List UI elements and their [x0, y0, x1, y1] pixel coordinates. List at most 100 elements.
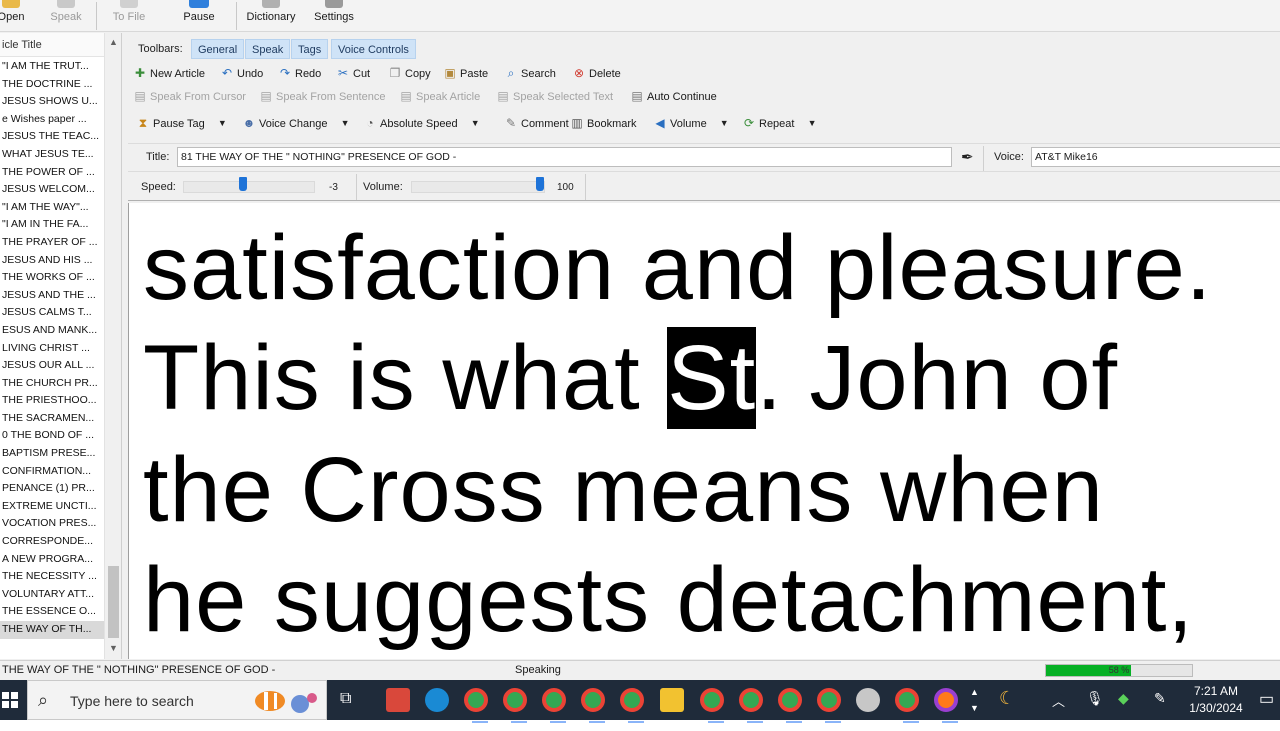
chevron-down-icon[interactable]: ▼	[341, 112, 350, 134]
article-list-item[interactable]: THE ESSENCE O...	[0, 603, 104, 621]
pen-icon[interactable]: ✒	[961, 148, 974, 166]
open-button[interactable]: Open	[0, 0, 26, 32]
voice-change-button[interactable]: ☻ Voice Change ▼	[242, 112, 350, 134]
speak-from-cursor-button[interactable]: ▤ Speak From Cursor	[133, 85, 246, 107]
article-list-item[interactable]: THE CHURCH PR...	[0, 375, 104, 393]
article-text-area[interactable]: satisfaction and pleasure. This is what …	[128, 203, 1280, 659]
article-list-item[interactable]: BAPTISM PRESE...	[0, 445, 104, 463]
article-list-item[interactable]: CORRESPONDE...	[0, 533, 104, 551]
to-file-button[interactable]: To File	[108, 0, 150, 32]
article-list-item[interactable]: e Wishes paper ...	[0, 111, 104, 129]
search-button[interactable]: ⌕ Search	[504, 62, 556, 84]
firefox-icon[interactable]	[934, 688, 958, 723]
task-view-icon[interactable]: ⧉	[340, 690, 351, 730]
new-article-button[interactable]: ✚ New Article	[133, 62, 205, 84]
pause-tag-button[interactable]: ⧗ Pause Tag ▼	[136, 112, 227, 134]
show-hidden-icons-icon[interactable]: ︿	[1052, 691, 1065, 731]
article-list-item[interactable]: THE POWER OF ...	[0, 164, 104, 182]
article-list-item[interactable]: THE SACRAMEN...	[0, 410, 104, 428]
article-title-column-header[interactable]: icle Title	[0, 33, 104, 57]
chrome-icon[interactable]	[817, 688, 841, 723]
article-list-item[interactable]: THE PRAYER OF ...	[0, 234, 104, 252]
scroll-down-icon[interactable]: ▼	[109, 643, 118, 653]
article-list-item[interactable]: "I AM THE WAY"...	[0, 199, 104, 217]
article-list-item[interactable]: JESUS THE TEAC...	[0, 128, 104, 146]
article-list-item[interactable]: JESUS OUR ALL ...	[0, 357, 104, 375]
article-list-item[interactable]: JESUS CALMS T...	[0, 304, 104, 322]
chevron-down-icon[interactable]: ▼	[720, 112, 729, 134]
speed-slider[interactable]	[183, 177, 315, 193]
article-list-item[interactable]: "I AM IN THE FA...	[0, 216, 104, 234]
settings-button[interactable]: Settings	[312, 0, 356, 32]
article-list-item[interactable]: "I AM THE TRUT...	[0, 58, 104, 76]
volume-button[interactable]: ◀ Volume ▼	[653, 112, 728, 134]
bookmark-button[interactable]: ▥ Bookmark	[570, 112, 636, 134]
redo-button[interactable]: ↷ Redo	[278, 62, 321, 84]
chrome-icon[interactable]	[542, 688, 566, 723]
speak-selected-text-button[interactable]: ▤ Speak Selected Text	[496, 85, 613, 107]
speak-from-sentence-button[interactable]: ▤ Speak From Sentence	[259, 85, 385, 107]
delete-button[interactable]: ⊗ Delete	[572, 62, 621, 84]
speak-article-button[interactable]: ▤ Speak Article	[399, 85, 480, 107]
article-list-item[interactable]: THE NECESSITY ...	[0, 568, 104, 586]
chevron-down-icon[interactable]: ▼	[471, 112, 480, 134]
app-icon[interactable]	[856, 688, 880, 712]
scroll-up-icon[interactable]: ▲	[109, 37, 118, 47]
article-list-item[interactable]: PENANCE (1) PR...	[0, 480, 104, 498]
article-list-item[interactable]: JESUS SHOWS U...	[0, 93, 104, 111]
article-list-item[interactable]: JESUS AND HIS ...	[0, 252, 104, 270]
title-field[interactable]: 81 THE WAY OF THE " NOTHING" PRESENCE OF…	[177, 147, 952, 167]
notification-icon[interactable]: ▭	[1259, 689, 1274, 729]
chevron-down-icon[interactable]: ▼	[808, 112, 817, 134]
chrome-icon[interactable]	[503, 688, 527, 723]
chrome-icon[interactable]	[620, 688, 644, 723]
article-list-item[interactable]: JESUS WELCOM...	[0, 181, 104, 199]
volume-slider-thumb[interactable]	[536, 177, 544, 191]
chrome-icon[interactable]	[464, 688, 488, 723]
edge-browser-icon[interactable]	[425, 688, 449, 712]
chrome-icon[interactable]	[700, 688, 724, 723]
article-list-item[interactable]: WHAT JESUS TE...	[0, 146, 104, 164]
article-list-item[interactable]: EXTREME UNCTI...	[0, 498, 104, 516]
tab-general[interactable]: General	[191, 39, 245, 59]
chrome-icon[interactable]	[895, 688, 919, 723]
speed-slider-thumb[interactable]	[239, 177, 247, 191]
paste-button[interactable]: ▣ Paste	[443, 62, 488, 84]
article-list-item[interactable]: ESUS AND MANK...	[0, 322, 104, 340]
dictionary-button[interactable]: Dictionary	[244, 0, 298, 32]
undo-button[interactable]: ↶ Undo	[220, 62, 263, 84]
scrollbar-thumb[interactable]	[108, 566, 119, 638]
article-list-item[interactable]: THE WAY OF TH...	[0, 621, 104, 639]
chrome-icon[interactable]	[778, 688, 802, 723]
article-list-item[interactable]: THE DOCTRINE ...	[0, 76, 104, 94]
pause-button[interactable]: Pause	[178, 0, 220, 32]
chevron-down-icon[interactable]: ▼	[218, 112, 227, 134]
absolute-speed-button[interactable]: ◔ Absolute Speed ▼	[363, 112, 479, 134]
article-list-scrollbar[interactable]: ▲ ▼	[104, 33, 121, 659]
windows-start-icon[interactable]	[2, 692, 18, 708]
file-explorer-icon[interactable]	[660, 688, 684, 712]
system-clock[interactable]: 7:21 AM 1/30/2024	[1183, 683, 1249, 717]
taskbar-search[interactable]: ⌕ Type here to search	[27, 680, 327, 720]
tab-tags[interactable]: Tags	[291, 39, 329, 59]
weather-moon-icon[interactable]: ☾	[999, 688, 1015, 728]
article-list-item[interactable]: VOLUNTARY ATT...	[0, 586, 104, 604]
article-list-item[interactable]: JESUS AND THE ...	[0, 287, 104, 305]
network-app-icon[interactable]: ◆	[1118, 690, 1129, 730]
article-list-item[interactable]: A NEW PROGRA...	[0, 551, 104, 569]
copy-button[interactable]: ❐ Copy	[388, 62, 431, 84]
chevron-up-down-icon[interactable]: ▲ ▼	[970, 684, 979, 724]
article-list-item[interactable]: CONFIRMATION...	[0, 463, 104, 481]
cut-button[interactable]: ✂ Cut	[336, 62, 370, 84]
article-list-item[interactable]: LIVING CHRIST ...	[0, 340, 104, 358]
article-list-item[interactable]: 0 THE BOND OF ...	[0, 427, 104, 445]
article-list-item[interactable]: THE WORKS OF ...	[0, 269, 104, 287]
pen-workspace-icon[interactable]: ✎	[1154, 690, 1166, 730]
article-list-item[interactable]: VOCATION PRES...	[0, 515, 104, 533]
auto-continue-button[interactable]: ▤ Auto Continue	[630, 85, 716, 107]
speak-button[interactable]: Speak	[46, 0, 86, 32]
chrome-icon[interactable]	[739, 688, 763, 723]
tab-speak[interactable]: Speak	[245, 39, 291, 59]
microphone-icon[interactable]: 🎙	[1086, 690, 1104, 730]
tab-voice-controls[interactable]: Voice Controls	[331, 39, 416, 59]
